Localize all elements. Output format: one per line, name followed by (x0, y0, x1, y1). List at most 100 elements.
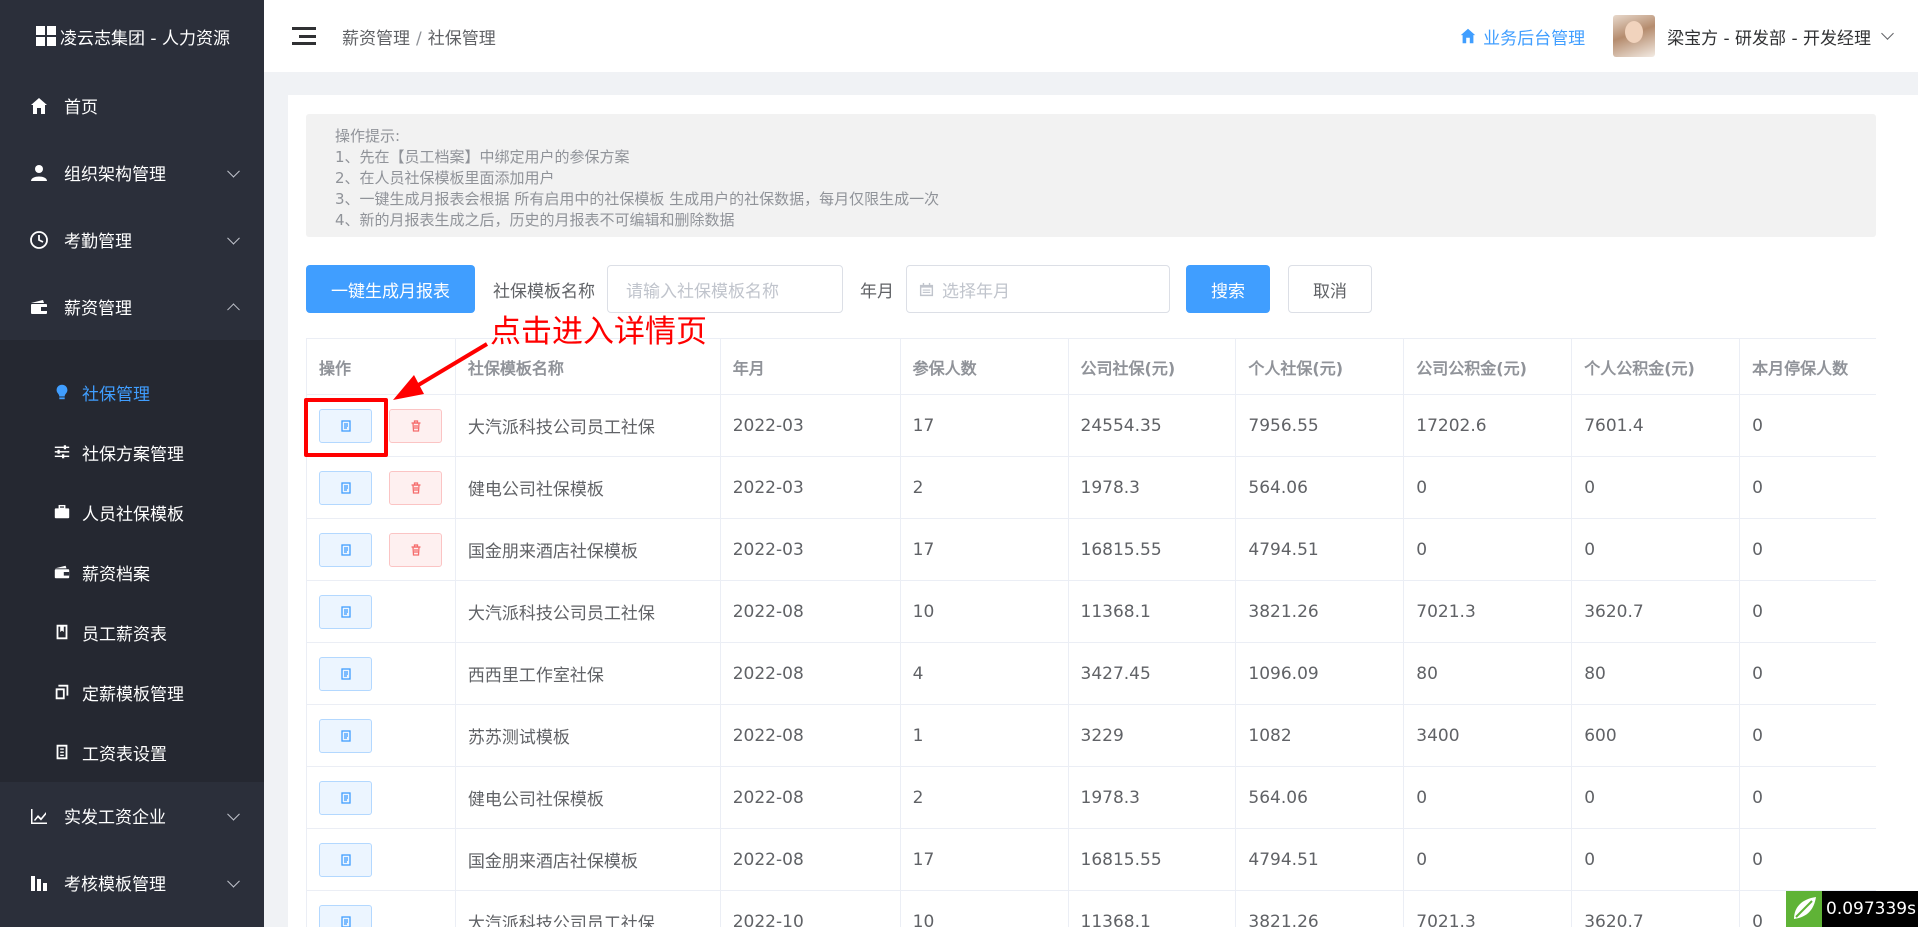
document-icon (340, 543, 352, 556)
tips-line: 1、先在【员工档案】中绑定用户的参保方案 (335, 148, 630, 166)
table-cell: 2022-03 (721, 457, 901, 518)
chevron-down-icon[interactable] (1881, 27, 1894, 40)
sidebar-item-salary[interactable]: 薪资管理 (0, 273, 264, 340)
table-cell: 1096.09 (1236, 643, 1405, 704)
home-icon (28, 95, 50, 117)
timer-badge: 0.097339s (1786, 891, 1918, 927)
user-info[interactable]: 梁宝方 - 研发部 - 开发经理 (1667, 24, 1871, 49)
table-cell: 2 (901, 767, 1069, 828)
table-cell: 17 (901, 519, 1069, 580)
document-icon (340, 481, 352, 494)
row-actions (307, 891, 456, 927)
row-actions (307, 705, 456, 766)
row-actions (307, 519, 456, 580)
table-cell: 大汽派科技公司员工社保 (456, 581, 721, 642)
table-cell: 0 (1572, 829, 1741, 890)
sidebar-item-assessment[interactable]: 考核模板管理 (0, 849, 264, 916)
table-cell: 1 (901, 705, 1069, 766)
table-row: 健电公司社保模板 2022-03 2 1978.3 564.06 0 0 0 (307, 457, 1876, 519)
view-detail-button[interactable] (319, 656, 372, 691)
table-cell: 2022-08 (721, 581, 901, 642)
generate-report-button[interactable]: 一键生成月报表 (306, 265, 475, 313)
table-cell: 3427.45 (1069, 643, 1237, 704)
sidebar-item-actual-pay[interactable]: 实发工资企业 (0, 782, 264, 849)
table-cell: 564.06 (1236, 457, 1405, 518)
view-detail-button[interactable] (319, 904, 372, 927)
menu-toggle-icon[interactable] (292, 26, 316, 46)
column-header: 公司社保(元) (1069, 339, 1237, 394)
row-actions (307, 767, 456, 828)
chevron-up-icon (227, 302, 240, 316)
table-cell: 0 (1404, 767, 1573, 828)
list-icon (52, 742, 72, 762)
sidebar-item-home[interactable]: 首页 (0, 72, 264, 139)
table-cell: 1978.3 (1069, 767, 1237, 828)
sidebar-item-org[interactable]: 组织架构管理 (0, 139, 264, 206)
table-row: 健电公司社保模板 2022-08 2 1978.3 564.06 0 0 0 (307, 767, 1876, 829)
document-icon (340, 791, 352, 804)
table-cell: 0 (1572, 457, 1741, 518)
table-cell: 16815.55 (1069, 829, 1237, 890)
view-detail-button[interactable] (319, 532, 372, 567)
table-cell: 2022-03 (721, 519, 901, 580)
avatar[interactable] (1613, 15, 1656, 57)
view-detail-button[interactable] (319, 780, 372, 815)
sidebar-item-payroll[interactable]: 员工薪资表 (0, 602, 264, 662)
month-placeholder: 选择年月 (942, 281, 1010, 302)
table-cell: 2022-10 (721, 891, 901, 927)
table-cell: 2 (901, 457, 1069, 518)
table-cell: 苏苏测试模板 (456, 705, 721, 766)
tips-line: 3、一键生成月报表会根据 所有启用中的社保模板 生成用户的社保数据，每月仅限生成… (335, 190, 940, 208)
annotation-highlight-box (304, 398, 388, 457)
table-cell: 0 (1752, 539, 1763, 560)
column-header: 参保人数 (901, 339, 1069, 394)
wallet-icon (52, 562, 72, 582)
backend-link[interactable]: 业务后台管理 (1459, 24, 1585, 49)
table-row: 国金朋来酒店社保模板 2022-08 17 16815.55 4794.51 0 0 0 (307, 829, 1876, 891)
table-row: 大汽派科技公司员工社保 2022-10 10 11368.1 3821.26 7021.3… (307, 891, 1876, 927)
view-detail-button[interactable] (319, 470, 372, 505)
breadcrumb-salary[interactable]: 薪资管理 (342, 29, 410, 49)
search-button[interactable]: 搜索 (1186, 265, 1270, 313)
view-detail-button[interactable] (319, 842, 372, 877)
table-body: 大汽派科技公司员工社保 2022-03 17 24554.35 7956.55 17202… (307, 395, 1876, 927)
table-cell: 0 (1752, 663, 1763, 684)
sidebar-item-label: 定薪模板管理 (82, 684, 184, 705)
cancel-button[interactable]: 取消 (1288, 265, 1372, 313)
toolbar: 一键生成月报表 社保模板名称 请输入社保模板名称 年月 选择年月 搜索 取消 (306, 265, 1372, 313)
column-header: 个人社保(元) (1236, 339, 1405, 394)
brand-title: 凌云志集团 - 人力资源 (60, 28, 230, 49)
table-cell: 0 (1404, 829, 1573, 890)
document-icon (340, 729, 352, 742)
sidebar-item-salary-archive[interactable]: 薪资档案 (0, 542, 264, 602)
sidebar-item-salary-template[interactable]: 定薪模板管理 (0, 662, 264, 722)
view-detail-button[interactable] (319, 718, 372, 753)
table-row: 大汽派科技公司员工社保 2022-08 10 11368.1 3821.26 7021.3… (307, 581, 1876, 643)
sidebar-item-payroll-settings[interactable]: 工资表设置 (0, 722, 264, 782)
column-header: 年月 (721, 339, 901, 394)
delete-button[interactable] (389, 532, 442, 567)
sidebar-item-label: 工资表设置 (82, 744, 167, 765)
leaf-logo-icon (1786, 891, 1822, 927)
delete-button[interactable] (389, 408, 442, 443)
month-picker[interactable]: 选择年月 (906, 265, 1170, 313)
trash-icon (410, 481, 422, 494)
delete-button[interactable] (389, 470, 442, 505)
sidebar-item-attendance[interactable]: 考勤管理 (0, 206, 264, 273)
sidebar-item-label: 薪资档案 (82, 564, 150, 585)
sidebar-item-social-security[interactable]: 社保管理 (0, 362, 264, 422)
sidebar-item-staff-template[interactable]: 人员社保模板 (0, 482, 264, 542)
table-cell: 大汽派科技公司员工社保 (456, 395, 721, 456)
table-cell: 4794.51 (1236, 519, 1405, 580)
sidebar-item-label: 考勤管理 (64, 232, 132, 252)
view-detail-button[interactable] (319, 594, 372, 629)
chevron-down-icon (227, 231, 240, 245)
column-header: 个人公积金(元) (1572, 339, 1741, 394)
breadcrumb-current: 社保管理 (427, 28, 496, 49)
table-cell: 17202.6 (1404, 395, 1573, 456)
table-cell: 16815.55 (1069, 519, 1237, 580)
sidebar-item-plan[interactable]: 社保方案管理 (0, 422, 264, 482)
column-header: 本月停保人数 (1752, 358, 1849, 378)
document-icon (340, 915, 352, 927)
breadcrumb: 薪资管理 / 社保管理 (342, 24, 496, 49)
